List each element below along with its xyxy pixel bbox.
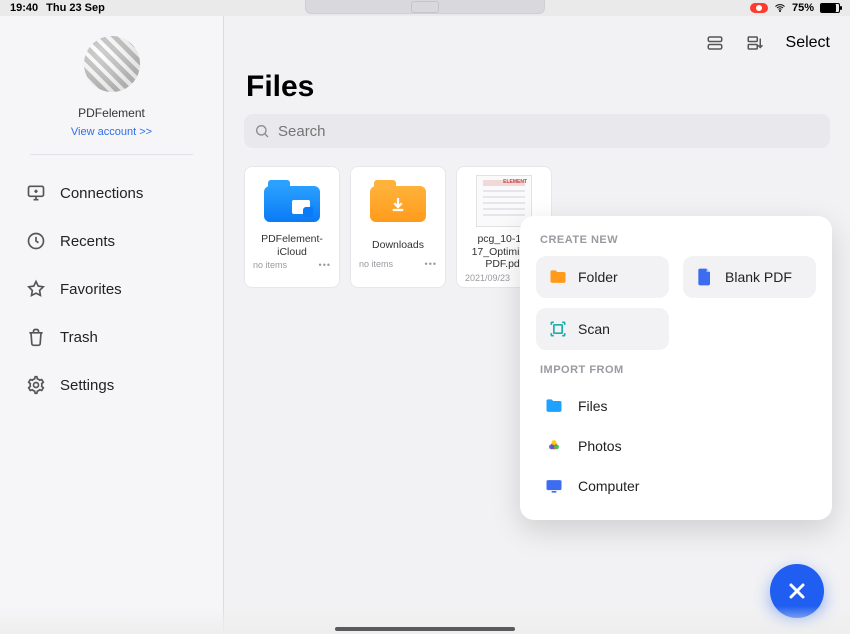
battery-icon [820,3,840,13]
tile-meta: no items [359,259,393,269]
sidebar-nav: Connections Recents Favorites Trash Sett… [0,169,223,409]
create-folder-button[interactable]: Folder [536,256,669,298]
gear-icon [26,375,46,395]
search-icon [254,123,270,139]
button-label: Folder [578,269,618,285]
view-account-link[interactable]: View account >> [71,126,152,138]
button-label: Blank PDF [725,269,792,285]
sidebar-item-settings[interactable]: Settings [20,361,203,409]
main: Select Files PDFelement-iCloud no items … [224,16,850,634]
screen-record-indicator-icon [750,3,768,13]
multitask-pill[interactable] [305,0,545,14]
file-tile[interactable]: Downloads no items ••• [350,166,446,288]
sort-icon[interactable] [746,34,764,52]
page-icon [695,267,715,287]
search-input[interactable] [278,123,820,140]
import-item-label: Computer [578,478,639,494]
import-item-label: Files [578,398,608,414]
import-files-item[interactable]: Files [536,386,816,426]
import-item-label: Photos [578,438,622,454]
popover-section-title: CREATE NEW [540,234,812,246]
sidebar-item-trash[interactable]: Trash [20,313,203,361]
tile-title: Downloads [370,233,426,257]
tile-meta: no items [253,260,287,270]
sidebar-item-label: Connections [60,185,143,202]
wifi-icon [774,2,786,14]
sidebar: PDFelement View account >> Connections R… [0,16,224,634]
sidebar-item-connections[interactable]: Connections [20,169,203,217]
import-computer-item[interactable]: Computer [536,466,816,506]
photos-icon [544,436,564,456]
search-bar[interactable] [244,114,830,148]
trash-icon [26,327,46,347]
status-date: Thu 23 Sep [46,2,105,14]
sidebar-item-label: Trash [60,329,98,346]
import-photos-item[interactable]: Photos [536,426,816,466]
divider [30,154,193,155]
folder-orange-icon [548,267,568,287]
status-time: 19:40 [10,2,38,14]
home-indicator[interactable] [335,627,515,631]
toolbar: Select [244,28,830,58]
tile-title: PDFelement-iCloud [249,233,335,258]
sidebar-item-label: Favorites [60,281,122,298]
tile-more-icon[interactable]: ••• [319,260,331,270]
create-scan-button[interactable]: Scan [536,308,669,350]
view-list-icon[interactable] [706,34,724,52]
sidebar-item-label: Recents [60,233,115,250]
popover-section-title: IMPORT FROM [540,364,812,376]
file-tile[interactable]: PDFelement-iCloud no items ••• [244,166,340,288]
star-icon [26,279,46,299]
button-label: Scan [578,321,610,337]
sidebar-item-label: Settings [60,377,114,394]
close-icon [785,579,809,603]
computer-icon [544,476,564,496]
create-popover: CREATE NEW Folder Blank PDF [520,216,832,520]
select-button[interactable]: Select [786,34,830,52]
avatar[interactable] [84,36,140,92]
sidebar-item-favorites[interactable]: Favorites [20,265,203,313]
tile-meta: 2021/09/23 [465,273,510,283]
app-name-label: PDFelement [78,106,145,120]
app-root: 19:40 Thu 23 Sep 75% PDFelement View acc… [0,0,850,634]
folder-download-icon [370,180,426,222]
folder-cloud-icon [264,180,320,222]
monitor-icon [26,183,46,203]
folder-blue-icon [544,396,564,416]
page-title: Files [246,70,828,104]
tile-more-icon[interactable]: ••• [425,259,437,269]
sidebar-item-recents[interactable]: Recents [20,217,203,265]
battery-percent: 75% [792,2,814,14]
scan-icon [548,319,568,339]
clock-icon [26,231,46,251]
create-blank-pdf-button[interactable]: Blank PDF [683,256,816,298]
